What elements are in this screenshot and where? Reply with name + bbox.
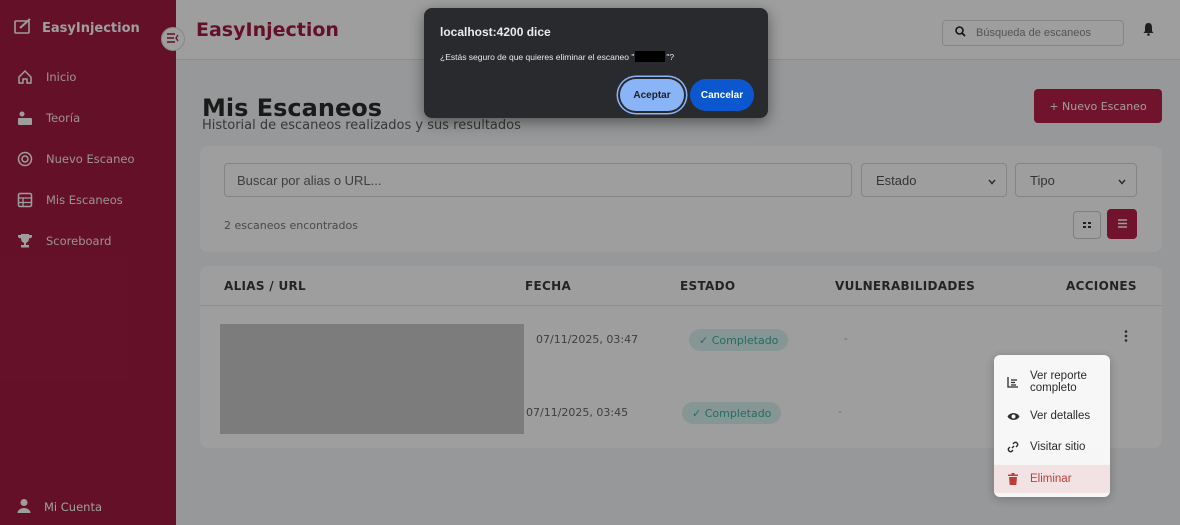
redacted-scan-name	[635, 51, 666, 62]
menu-item-ver-detalles[interactable]: Ver detalles	[994, 405, 1110, 427]
menu-item-label: Ver detalles	[1030, 410, 1091, 422]
dialog-message-suffix: "?	[666, 51, 675, 62]
menu-item-eliminar[interactable]: Eliminar	[994, 465, 1110, 493]
dialog-cancel-button[interactable]: Cancelar	[690, 79, 754, 111]
menu-item-label: Ver reporte completo	[1030, 370, 1087, 394]
dialog-title: localhost:4200 dice	[440, 25, 551, 39]
confirm-dialog: localhost:4200 dice ¿Estás seguro de que…	[424, 8, 768, 118]
menu-item-label: Eliminar	[1030, 473, 1072, 485]
trash-icon	[1006, 473, 1020, 485]
menu-item-visitar-sitio[interactable]: Visitar sitio	[994, 436, 1110, 458]
eye-icon	[1006, 412, 1020, 421]
menu-item-label: Visitar sitio	[1030, 441, 1086, 453]
dialog-message-prefix: ¿Estás seguro de que quieres eliminar el…	[440, 51, 635, 62]
link-icon	[1006, 441, 1020, 453]
row-actions-menu: Ver reporte completo Ver detalles Visita…	[994, 355, 1110, 497]
dialog-ok-button[interactable]: Aceptar	[620, 79, 684, 111]
dialog-message: ¿Estás seguro de que quieres eliminar el…	[440, 51, 674, 62]
menu-item-ver-reporte[interactable]: Ver reporte completo	[994, 361, 1110, 403]
chart-icon	[1006, 376, 1020, 388]
